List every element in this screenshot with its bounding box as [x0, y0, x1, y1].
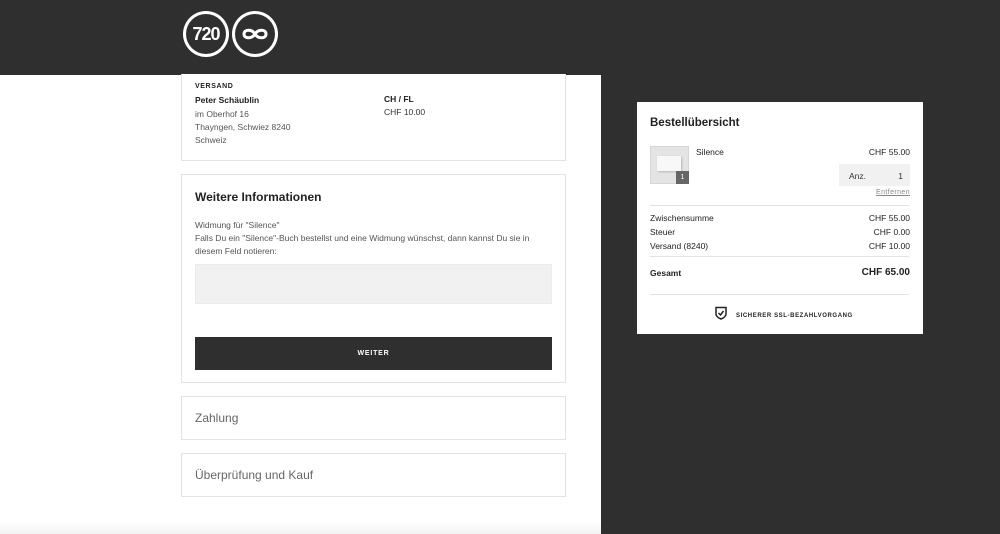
quantity-badge: 1: [676, 171, 689, 184]
bottom-fade: [0, 522, 601, 534]
quantity-value: 1: [898, 171, 903, 181]
logo-text: 720: [192, 23, 220, 44]
shipping-cost-label: Versand (8240): [650, 241, 709, 251]
more-info-section: Weitere Informationen Widmung für "Silen…: [181, 174, 566, 383]
step-payment-title: Zahlung: [195, 411, 239, 425]
shipping-city: Thayngen, Schwiez 8240: [195, 122, 291, 132]
step-review-title: Überprüfung und Kauf: [195, 468, 314, 482]
dedication-hint-line1: Falls Du ein "Silence"-Buch bestellst un…: [195, 233, 530, 243]
summary-divider: [650, 205, 909, 206]
continue-button[interactable]: WEITER: [195, 337, 552, 370]
summary-divider: [650, 294, 909, 295]
product-price: CHF 55.00: [868, 147, 910, 157]
remove-link[interactable]: Entfernen: [876, 189, 910, 196]
tax-value: CHF 0.00: [873, 227, 910, 237]
total-label: Gesamt: [650, 268, 682, 278]
shipping-street: im Oberhof 16: [195, 109, 249, 119]
ssl-label: SICHERER SSL-BEZAHLVORGANG: [736, 312, 853, 319]
shipping-country: Schweiz: [195, 135, 227, 145]
order-summary: Bestellübersicht 1 Silence CHF 55.00 Anz…: [637, 102, 923, 334]
site-header: 720: [0, 0, 1000, 75]
shipping-method: CH / FL: [384, 94, 414, 104]
product-thumbnail: 1: [650, 146, 689, 184]
quantity-label: Anz.: [849, 171, 867, 181]
subtotal-value: CHF 55.00: [868, 213, 910, 223]
shipping-cost-value: CHF 10.00: [868, 241, 910, 251]
shipping-price: CHF 10.00: [384, 107, 426, 117]
total-value: CHF 65.00: [861, 267, 910, 278]
dedication-field[interactable]: [195, 264, 552, 304]
summary-divider: [650, 256, 909, 257]
shield-check-icon: [715, 306, 727, 325]
subtotal-label: Zwischensumme: [650, 213, 714, 223]
dedication-field-label: Widmung für "Silence": [195, 220, 280, 230]
summary-title: Bestellübersicht: [650, 117, 740, 129]
shipping-label: VERSAND: [195, 83, 234, 90]
product-image: [657, 156, 681, 171]
logo-720-badge: 720: [183, 11, 229, 57]
step-review[interactable]: Überprüfung und Kauf: [181, 453, 566, 497]
quantity-stepper[interactable]: Anz. 1: [839, 164, 910, 186]
ssl-notice: SICHERER SSL-BEZAHLVORGANG: [715, 306, 853, 325]
tax-label: Steuer: [650, 227, 676, 237]
shipping-name: Peter Schäublin: [195, 95, 260, 105]
more-info-title: Weitere Informationen: [195, 190, 322, 204]
infinity-icon: [232, 11, 278, 57]
step-payment[interactable]: Zahlung: [181, 396, 566, 440]
logo[interactable]: 720: [183, 11, 278, 57]
shipping-section: VERSAND Peter Schäublin im Oberhof 16 Th…: [181, 74, 566, 161]
product-name: Silence: [696, 147, 724, 157]
dedication-hint-line2: diesem Feld notieren:: [195, 246, 277, 256]
